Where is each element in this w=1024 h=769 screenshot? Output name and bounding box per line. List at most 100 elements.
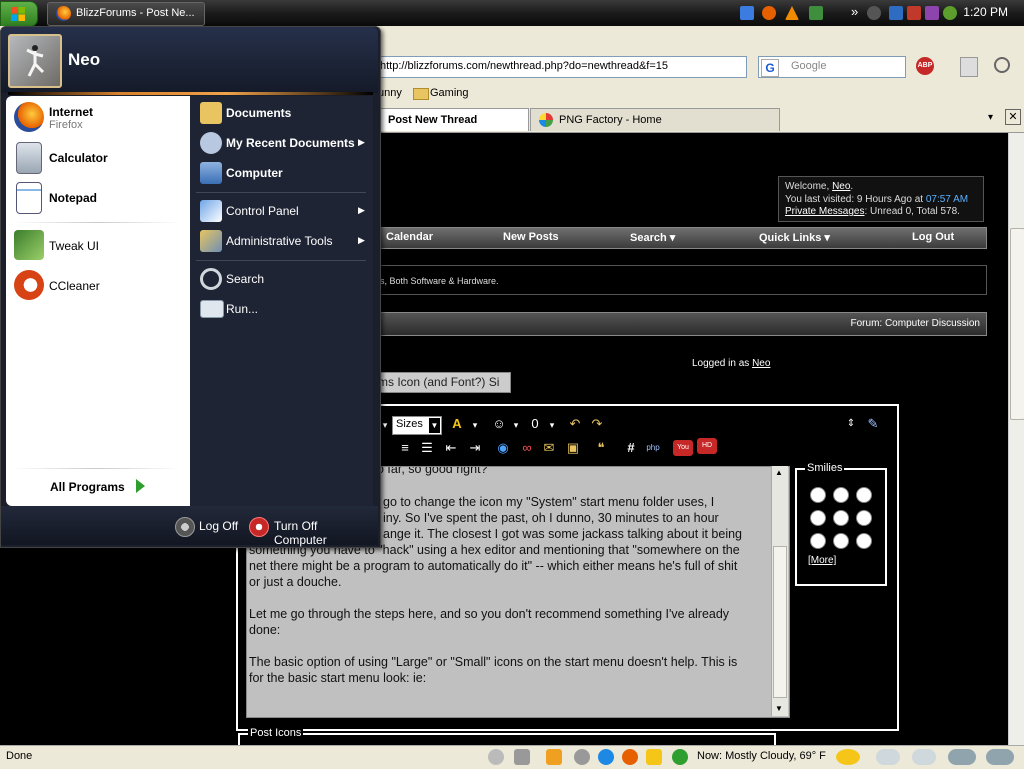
smiley-icon[interactable] — [856, 487, 872, 503]
scroll-up-icon[interactable]: ▲ — [775, 468, 783, 477]
places-recent-documents[interactable]: My Recent Documents ▶ — [198, 130, 368, 156]
font-size-select[interactable]: Sizes ▼ — [392, 416, 442, 435]
network-icon[interactable] — [889, 6, 903, 20]
smiley-icon[interactable] — [810, 510, 826, 526]
smiley-icon[interactable] — [833, 487, 849, 503]
search-box[interactable]: G Google — [758, 56, 906, 78]
bookmark-item[interactable]: Gaming — [430, 87, 469, 99]
smiley-icon[interactable] — [833, 510, 849, 526]
scrollbar-thumb[interactable] — [1010, 228, 1024, 420]
unordered-list-icon[interactable]: ☰ — [419, 440, 435, 456]
close-tab-icon[interactable]: ✕ — [1005, 109, 1021, 125]
nav-log-out[interactable]: Log Out — [912, 231, 954, 243]
weather-rain-icon[interactable] — [986, 749, 1014, 765]
app-icon[interactable] — [907, 6, 921, 20]
firefox-icon[interactable] — [622, 749, 638, 765]
taskbar-button-firefox[interactable]: BlizzForums - Post Ne... — [47, 2, 205, 26]
nav-quick-links[interactable]: Quick Links ▾ — [759, 231, 830, 244]
places-administrative-tools[interactable]: Administrative Tools ▶ — [198, 228, 368, 254]
places-computer[interactable]: Computer — [198, 160, 368, 186]
ordered-list-icon[interactable]: ≡ — [397, 440, 413, 456]
image-icon[interactable]: ▣ — [565, 440, 581, 456]
avatar[interactable] — [8, 34, 62, 88]
subject-input[interactable]: ms Icon (and Font?) Si — [375, 372, 511, 393]
email-icon[interactable]: ✉ — [541, 440, 557, 456]
history-icon[interactable] — [994, 57, 1010, 73]
all-programs-button[interactable]: All Programs — [46, 476, 156, 498]
turn-off-button[interactable]: Turn Off Computer — [249, 516, 373, 547]
code-icon[interactable]: # — [623, 440, 639, 456]
font-color-icon[interactable]: A — [449, 416, 465, 432]
bookmark-item[interactable]: unny — [378, 87, 402, 99]
scroll-down-icon[interactable]: ▼ — [775, 704, 783, 713]
weather-cloud-icon[interactable] — [912, 749, 936, 765]
link-icon[interactable]: ◉ — [495, 440, 511, 456]
pinned-calculator[interactable]: Calculator — [10, 142, 186, 174]
dropdown-arrow-icon[interactable]: ▾ — [508, 417, 524, 433]
bug-icon[interactable] — [514, 749, 530, 765]
page-scrollbar[interactable] — [1008, 133, 1024, 745]
undo-icon[interactable]: ↶ — [567, 416, 583, 432]
smiley-icon[interactable] — [810, 533, 826, 549]
dropdown-arrow-icon[interactable]: ▾ — [467, 417, 483, 433]
pinned-internet[interactable]: Internet Firefox — [10, 101, 186, 132]
places-search[interactable]: Search — [198, 266, 368, 292]
start-button[interactable] — [0, 1, 38, 27]
smiley-icon[interactable]: ☺ — [491, 416, 507, 432]
clock[interactable]: 1:20 PM — [963, 5, 1008, 19]
smiley-icon[interactable] — [856, 510, 872, 526]
nav-search[interactable]: Search ▾ — [630, 231, 675, 244]
indent-icon[interactable]: ⇥ — [467, 440, 483, 456]
php-icon[interactable]: php — [645, 440, 661, 456]
update-icon[interactable] — [809, 6, 823, 20]
youtube-hd-icon[interactable]: HD — [697, 438, 717, 454]
places-documents[interactable]: Documents — [198, 100, 368, 126]
nav-new-posts[interactable]: New Posts — [503, 231, 559, 243]
vlc-icon[interactable] — [785, 6, 799, 20]
attachment-icon[interactable]: 0 — [527, 416, 543, 432]
torrent-icon[interactable] — [943, 6, 957, 20]
quote-icon[interactable]: ❝ — [593, 440, 609, 456]
recent-ccleaner[interactable]: CCleaner — [10, 270, 186, 300]
dropdown-arrow-icon[interactable]: ▾ — [544, 417, 560, 433]
app-icon[interactable] — [574, 749, 590, 765]
places-control-panel[interactable]: Control Panel ▶ — [198, 198, 368, 224]
app-icon[interactable] — [925, 6, 939, 20]
youtube-icon[interactable]: You — [673, 440, 693, 456]
recent-tweak-ui[interactable]: Tweak UI — [10, 230, 186, 260]
chat-icon[interactable] — [740, 6, 754, 20]
address-bar[interactable]: http://blizzforums.com/newthread.php?do=… — [375, 56, 747, 78]
more-smilies-link[interactable]: [More] — [808, 555, 836, 566]
weather-text[interactable]: Now: Mostly Cloudy, 69° F — [697, 750, 826, 762]
outdent-icon[interactable]: ⇤ — [443, 440, 459, 456]
places-run[interactable]: Run... — [198, 296, 368, 322]
logged-in-user-link[interactable]: Neo — [752, 358, 770, 369]
tray-expand-icon[interactable]: » — [851, 4, 858, 19]
username-link[interactable]: Neo — [832, 181, 850, 192]
resize-icon[interactable]: ⇕ — [843, 416, 859, 432]
redo-icon[interactable]: ↷ — [589, 416, 605, 432]
skype-icon[interactable] — [598, 749, 614, 765]
adblock-icon[interactable]: ABP — [916, 57, 934, 75]
weather-sun-icon[interactable] — [836, 749, 860, 765]
status-green-icon[interactable] — [672, 749, 688, 765]
bookmark-icon[interactable] — [960, 57, 978, 77]
smiley-icon[interactable] — [856, 533, 872, 549]
scrollbar-thumb[interactable] — [773, 546, 787, 698]
app-icon[interactable] — [646, 749, 662, 765]
smiley-icon[interactable] — [833, 533, 849, 549]
private-messages-link[interactable]: Private Messages — [785, 206, 864, 217]
weather-cloud-icon[interactable] — [876, 749, 900, 765]
textarea-scrollbar[interactable]: ▲ ▼ — [771, 466, 788, 716]
eye-icon[interactable] — [488, 749, 504, 765]
weather-rain-icon[interactable] — [948, 749, 976, 765]
tab-post-new-thread[interactable]: Post New Thread — [375, 108, 529, 131]
tab-png-factory[interactable]: PNG Factory - Home — [530, 108, 780, 131]
firefox-icon[interactable] — [762, 6, 776, 20]
nav-calendar[interactable]: Calendar — [386, 231, 433, 243]
smiley-icon[interactable] — [810, 487, 826, 503]
log-off-button[interactable]: Log Off — [173, 516, 239, 537]
unlink-icon[interactable]: ∞ — [519, 440, 535, 456]
tab-list-icon[interactable]: ▾ — [988, 112, 993, 123]
pinned-notepad[interactable]: Notepad — [10, 182, 186, 214]
